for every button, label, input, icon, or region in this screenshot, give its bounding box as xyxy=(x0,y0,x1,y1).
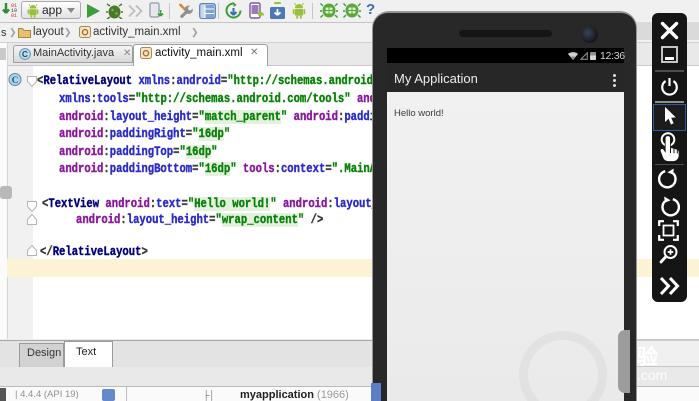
svg-text:01: 01 xyxy=(11,13,17,19)
svg-text:C: C xyxy=(22,49,28,59)
svg-text:C: C xyxy=(12,75,19,85)
